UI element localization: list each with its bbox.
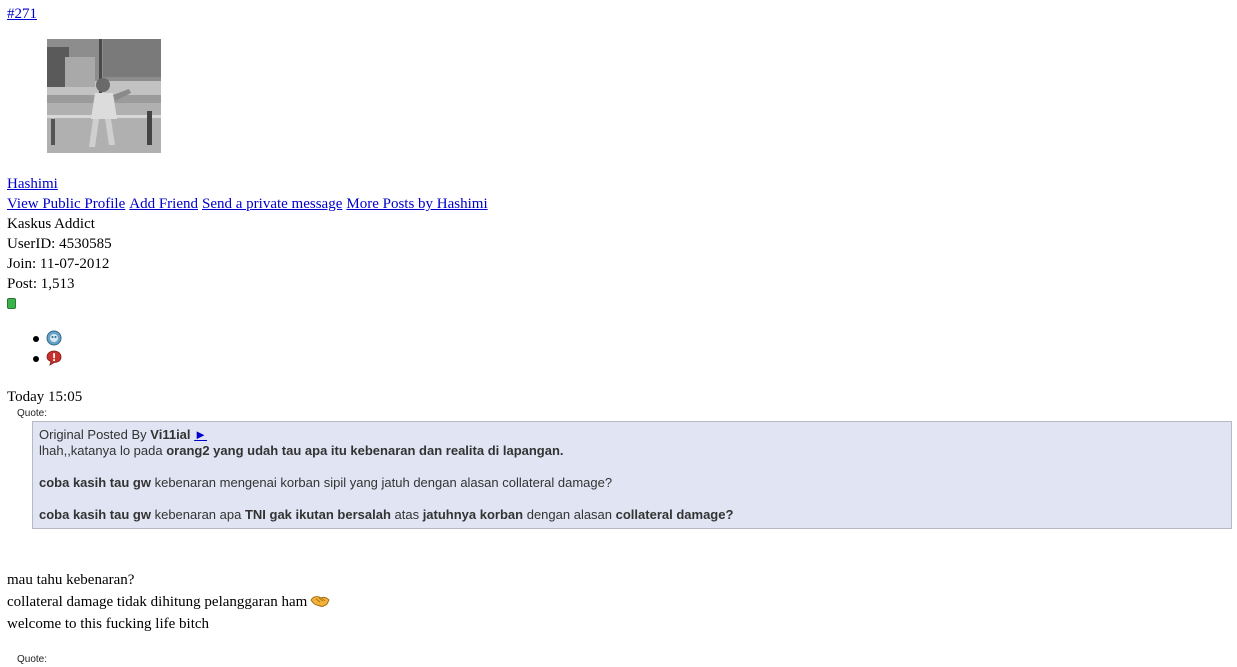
bullet-icon bbox=[33, 336, 39, 342]
user-id: UserID: 4530585 bbox=[7, 236, 112, 252]
view-public-profile-link[interactable]: View Public Profile bbox=[7, 196, 125, 212]
clipped-link[interactable] bbox=[7, 0, 79, 4]
report-icon[interactable] bbox=[46, 350, 62, 366]
list-item bbox=[32, 349, 72, 367]
more-posts-link[interactable]: More Posts by Hashimi bbox=[346, 196, 487, 212]
quote-bold-text: coba kasih tau gw bbox=[39, 475, 151, 490]
post-count: Post: 1,513 bbox=[7, 276, 75, 292]
quote-text: kebenaran apa bbox=[150, 507, 245, 522]
quote-prefix: Original Posted By bbox=[39, 427, 151, 442]
quote-bold-text: collateral damage? bbox=[615, 507, 734, 522]
quote-text: atas bbox=[390, 507, 423, 522]
quote-label: Quote: bbox=[17, 408, 48, 419]
avatar[interactable] bbox=[47, 39, 161, 153]
post-number-link[interactable]: #271 bbox=[7, 5, 37, 23]
bullet-icon bbox=[33, 356, 39, 362]
reputation-icon[interactable] bbox=[46, 330, 62, 346]
quote-bold-text: orang2 yang udah tau apa itu kebenaran d… bbox=[166, 443, 564, 458]
post-body-text: collateral damage tidak dihitung pelangg… bbox=[7, 594, 308, 610]
clipped-link[interactable] bbox=[83, 0, 121, 4]
quote-bold-text: coba kasih tau gw bbox=[39, 507, 151, 522]
handshake-emoticon-icon bbox=[310, 593, 330, 614]
username-link[interactable]: Hashimi bbox=[7, 175, 58, 193]
quote-box: Original Posted By Vi11ial ► lhah,,katan… bbox=[32, 421, 1232, 529]
add-friend-link[interactable]: Add Friend bbox=[129, 196, 198, 212]
post-timestamp: Today 15:05 bbox=[7, 389, 83, 405]
send-private-message-link[interactable]: Send a private message bbox=[202, 196, 342, 212]
quote-line-1: lhah,,katanya lo pada orang2 yang udah t… bbox=[39, 443, 1225, 459]
quote-text: lhah,,katanya lo pada bbox=[39, 443, 167, 458]
post-body-line: welcome to this fucking life bitch bbox=[7, 616, 210, 632]
quote-author: Vi11ial bbox=[150, 427, 191, 442]
online-status-icon bbox=[7, 298, 16, 309]
quote-line-3: coba kasih tau gw kebenaran apa TNI gak … bbox=[39, 507, 1225, 523]
join-date: Join: 11-07-2012 bbox=[7, 256, 110, 272]
next-quote-label: Quote: bbox=[17, 654, 48, 665]
quote-bold-text: TNI gak ikutan bersalah bbox=[244, 507, 391, 522]
user-rank: Kaskus Addict bbox=[7, 216, 95, 232]
quote-line-2: coba kasih tau gw kebenaran mengenai kor… bbox=[39, 475, 1225, 491]
quote-bold-text: jatuhnya korban bbox=[422, 507, 524, 522]
list-item bbox=[32, 329, 72, 347]
post-body-line: mau tahu kebenaran? bbox=[7, 572, 135, 588]
view-original-post-link[interactable]: ► bbox=[194, 427, 207, 442]
quote-text: kebenaran mengenai korban sipil yang jat… bbox=[150, 475, 613, 490]
post-body-line: collateral damage tidak dihitung pelangg… bbox=[7, 593, 330, 614]
user-links: View Public Profile Add Friend Send a priv… bbox=[7, 195, 492, 213]
quote-header: Original Posted By Vi11ial ► bbox=[39, 427, 1225, 443]
quote-text: dengan alasan bbox=[523, 507, 616, 522]
